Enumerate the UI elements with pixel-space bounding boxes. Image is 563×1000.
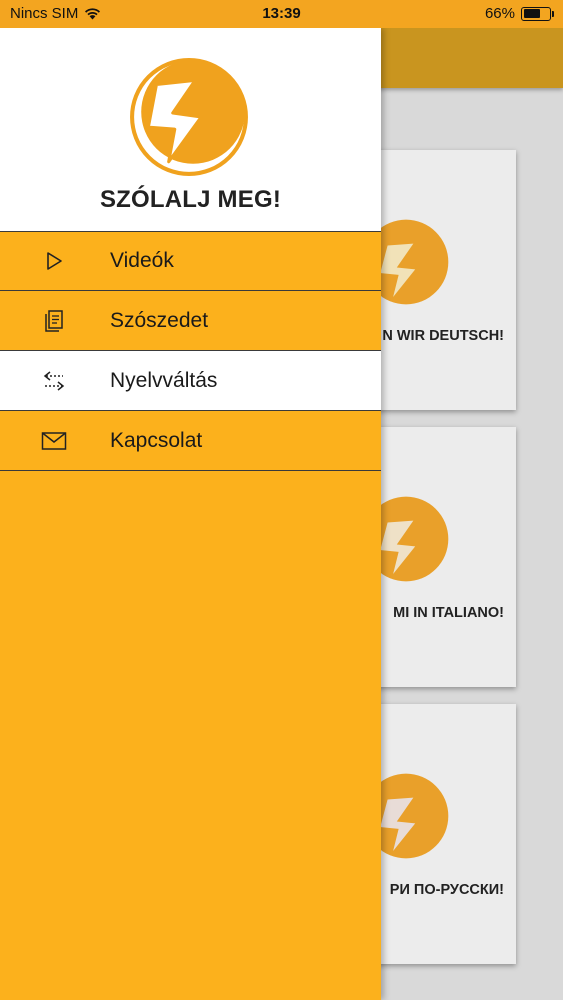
battery-fill: [523, 9, 540, 18]
card-title: РИ ПО-РУССКИ!: [389, 882, 504, 898]
menu-item-nyelvvaltas[interactable]: Nyelvváltás: [0, 351, 381, 411]
app-title: SZÓLALJ MEG!: [99, 186, 282, 213]
battery-percent: 66%: [484, 5, 515, 22]
battery-group: 66%: [484, 5, 554, 22]
card-title: MI IN ITALIANO!: [393, 605, 504, 621]
mail-icon: [40, 427, 68, 455]
status-time: 13:39: [262, 5, 301, 22]
menu-item-label: Szószedet: [110, 308, 209, 332]
menu-item-szoszedet[interactable]: Szószedet: [0, 291, 381, 351]
menu-item-videok[interactable]: Videók: [0, 231, 381, 291]
navigation-drawer: SZÓLALJ MEG! Videók Szószedet Nyelvváltá…: [0, 28, 381, 1000]
play-icon: [40, 247, 68, 275]
menu-item-kapcsolat[interactable]: Kapcsolat: [0, 411, 381, 471]
status-bar: Nincs SIM 13:39 66%: [0, 0, 563, 28]
app-logo-icon: [130, 58, 248, 176]
battery-icon: [521, 6, 554, 21]
menu-item-label: Kapcsolat: [110, 428, 203, 452]
swap-arrows-icon: [40, 367, 68, 395]
document-icon: [40, 307, 68, 335]
drawer-menu: Videók Szószedet Nyelvváltás Kapcsolat: [0, 231, 381, 471]
menu-item-label: Nyelvváltás: [110, 368, 218, 392]
drawer-header: SZÓLALJ MEG!: [0, 28, 381, 231]
menu-item-label: Videók: [110, 249, 174, 272]
card-title: N WIR DEUTSCH!: [382, 328, 504, 344]
